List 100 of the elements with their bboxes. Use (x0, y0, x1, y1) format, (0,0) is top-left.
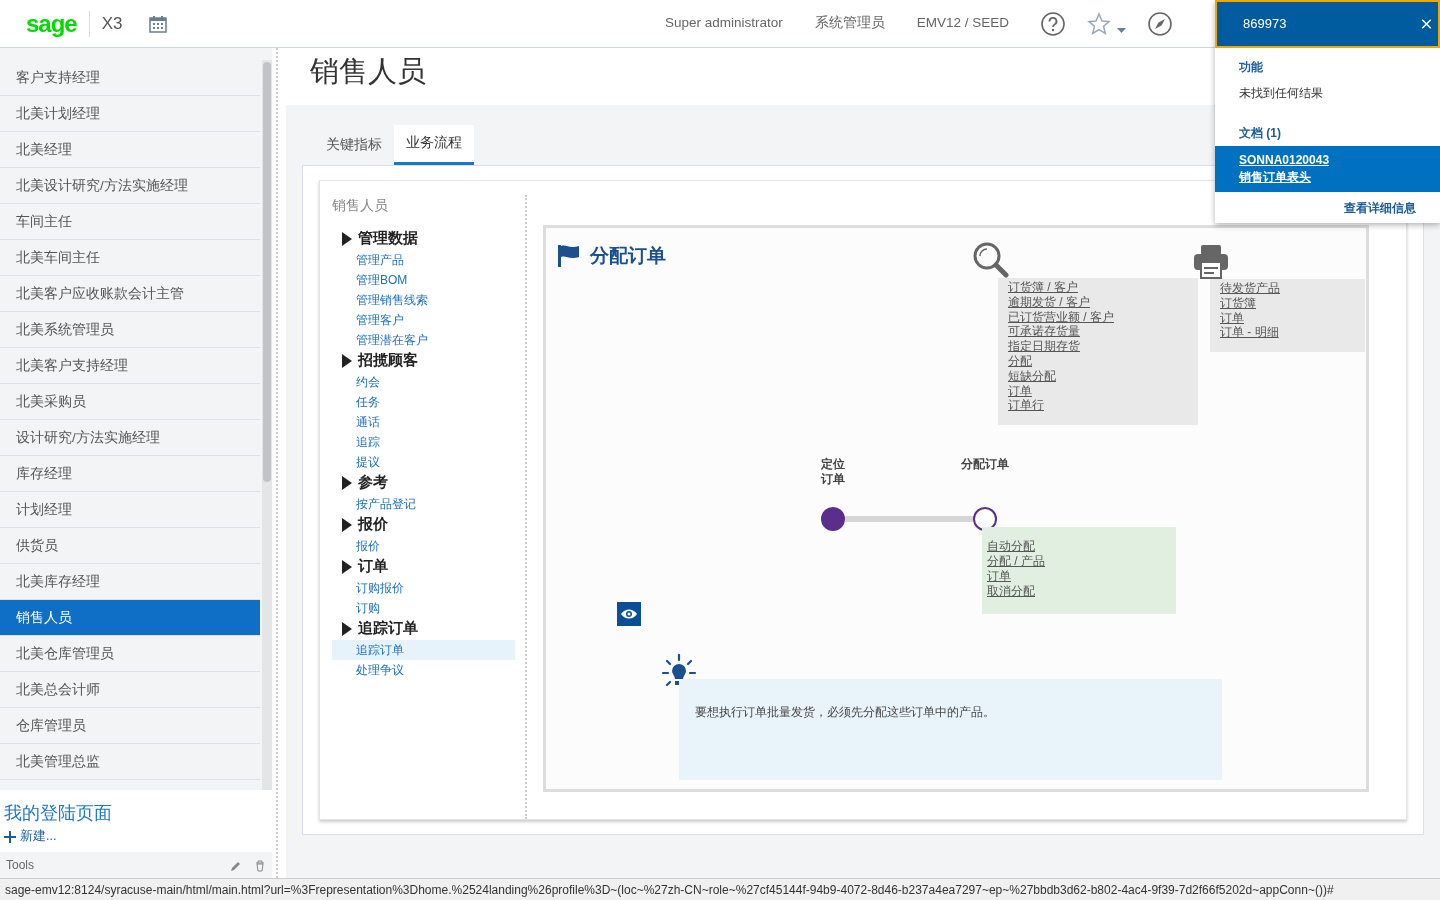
sidebar-item[interactable]: 客户支持经理 (0, 60, 260, 96)
no-results-message: 未找到任何结果 (1238, 85, 1324, 102)
report-link[interactable]: 订单 (1220, 310, 1355, 326)
step-link[interactable]: 订单 (987, 569, 1171, 584)
report-link[interactable]: 待发货产品 (1220, 281, 1355, 296)
step-label: 定位 (821, 457, 845, 472)
sidebar-item[interactable]: 仓库管理员 (0, 708, 260, 744)
inquiry-link[interactable]: 订货簿 / 客户 (1008, 280, 1188, 295)
menu-link[interactable]: 提议 (332, 452, 515, 472)
folder-name[interactable]: EMV12 / SEED (916, 13, 1009, 34)
printer-icon (1193, 244, 1229, 280)
step-label: 分配订单 (961, 457, 1009, 472)
menu-link[interactable]: 管理客户 (332, 310, 515, 330)
menu-link[interactable]: 处理争议 (332, 660, 515, 680)
help-icon[interactable] (1041, 11, 1065, 36)
group-heading[interactable]: 订单 (358, 556, 388, 578)
group-heading[interactable]: 管理数据 (358, 228, 418, 250)
triangle-icon[interactable] (342, 560, 352, 574)
compass-icon[interactable] (1148, 11, 1172, 36)
menu-link[interactable]: 管理产品 (332, 250, 515, 270)
sidebar-item[interactable]: 计划经理 (0, 492, 260, 528)
product-name: X3 (101, 12, 123, 35)
step-node[interactable] (973, 507, 997, 531)
sidebar-item[interactable]: 销售人员 (0, 600, 260, 636)
step-label: 订单 (821, 472, 845, 487)
triangle-icon[interactable] (342, 476, 352, 490)
user-name[interactable]: Super administrator (664, 13, 783, 34)
tools-label: Tools (6, 857, 34, 874)
eye-icon[interactable] (617, 602, 641, 626)
menu-link[interactable]: 追踪 (332, 432, 515, 452)
inquiry-link[interactable]: 指定日期存货 (1008, 339, 1188, 354)
triangle-icon[interactable] (342, 232, 352, 246)
sidebar-item[interactable]: 北美采购员 (0, 384, 260, 420)
caret-icon[interactable] (1117, 28, 1126, 33)
group-heading[interactable]: 报价 (358, 514, 388, 536)
section-heading: 功能 (1238, 59, 1264, 76)
tip-text: 要想执行订单批量发货，必须先分配这些订单中的产品。 (679, 679, 1222, 780)
triangle-icon[interactable] (342, 622, 352, 636)
section-heading: 文档 (1) (1238, 125, 1282, 142)
trash-icon[interactable] (254, 859, 266, 872)
menu-link[interactable]: 报价 (332, 536, 515, 556)
triangle-icon[interactable] (342, 518, 352, 532)
inquiry-link[interactable]: 分配 (1008, 354, 1188, 369)
triangle-icon[interactable] (342, 354, 352, 368)
menu-link[interactable]: 管理BOM (332, 270, 515, 290)
inquiry-link[interactable]: 可承诺存货量 (1008, 324, 1188, 340)
sidebar-item[interactable]: 北美客户支持经理 (0, 348, 260, 384)
role-name[interactable]: 系统管理员 (814, 13, 885, 34)
report-link[interactable]: 订单 - 明细 (1220, 325, 1355, 341)
menu-link[interactable]: 通话 (332, 412, 515, 432)
step-link[interactable]: 自动分配 (987, 539, 1171, 554)
sidebar-item[interactable]: 库存经理 (0, 456, 260, 492)
sidebar-item[interactable]: 北美客户应收账款会计主管 (0, 276, 260, 312)
menu-link[interactable]: 按产品登记 (332, 494, 515, 514)
group-heading[interactable]: 追踪订单 (358, 618, 418, 640)
details-link[interactable]: 查看详细信息 (1215, 192, 1440, 223)
plus-icon[interactable] (4, 830, 16, 843)
menu-link[interactable]: 订购 (332, 598, 515, 618)
scrollbar[interactable] (262, 60, 272, 791)
landing-page-title[interactable]: 我的登陆页面 (4, 800, 268, 828)
sidebar-item[interactable]: 北美经理 (0, 132, 260, 168)
flag-icon (558, 245, 580, 268)
search-result[interactable]: SONNA0120043 销售订单表头 (1215, 146, 1440, 192)
sidebar-item[interactable]: 车间主任 (0, 204, 260, 240)
pencil-icon[interactable] (230, 859, 242, 872)
new-link[interactable]: 新建... (20, 827, 57, 846)
panel-title: 销售人员 (332, 196, 389, 215)
group-heading[interactable]: 招揽顾客 (358, 350, 418, 372)
menu-link[interactable]: 管理潜在客户 (332, 330, 515, 350)
menu-link[interactable]: 管理销售线索 (332, 290, 515, 310)
diagram-title: 分配订单 (590, 244, 666, 268)
menu-link[interactable]: 任务 (332, 392, 515, 412)
report-link[interactable]: 订货簿 (1220, 295, 1355, 311)
step-link[interactable]: 取消分配 (987, 584, 1171, 599)
sidebar-item[interactable]: 北美总会计师 (0, 672, 260, 708)
menu-link[interactable]: 追踪订单 (332, 640, 515, 660)
tab[interactable]: 业务流程 (394, 125, 474, 165)
sidebar-item[interactable]: 北美车间主任 (0, 240, 260, 276)
calendar-icon[interactable] (148, 14, 167, 33)
step-node[interactable] (821, 507, 845, 531)
tab[interactable]: 关键指标 (314, 125, 394, 165)
inquiry-link[interactable]: 已订货营业额 / 客户 (1008, 309, 1188, 325)
inquiry-link[interactable]: 逾期发货 / 客户 (1008, 294, 1188, 310)
sidebar-item[interactable]: 北美设计研究/方法实施经理 (0, 168, 260, 204)
inquiry-link[interactable]: 短缺分配 (1008, 368, 1188, 384)
search-field[interactable]: 869973 (1241, 13, 1421, 35)
sidebar-item[interactable]: 北美系统管理员 (0, 312, 260, 348)
sidebar-item[interactable]: 北美计划经理 (0, 96, 260, 132)
sidebar-item[interactable]: 北美仓库管理员 (0, 636, 260, 672)
step-link[interactable]: 分配 / 产品 (987, 554, 1171, 569)
star-icon[interactable] (1087, 11, 1111, 36)
menu-link[interactable]: 订购报价 (332, 578, 515, 598)
sidebar-item[interactable]: 北美管理总监 (0, 744, 260, 780)
sidebar-item[interactable]: 供货员 (0, 528, 260, 564)
inquiry-link[interactable]: 订单行 (1008, 398, 1188, 414)
sidebar-item[interactable]: 设计研究/方法实施经理 (0, 420, 260, 456)
group-heading[interactable]: 参考 (358, 472, 388, 494)
inquiry-link[interactable]: 订单 (1008, 383, 1188, 399)
menu-link[interactable]: 约会 (332, 372, 515, 392)
search-box[interactable]: 869973 (1215, 0, 1440, 48)
